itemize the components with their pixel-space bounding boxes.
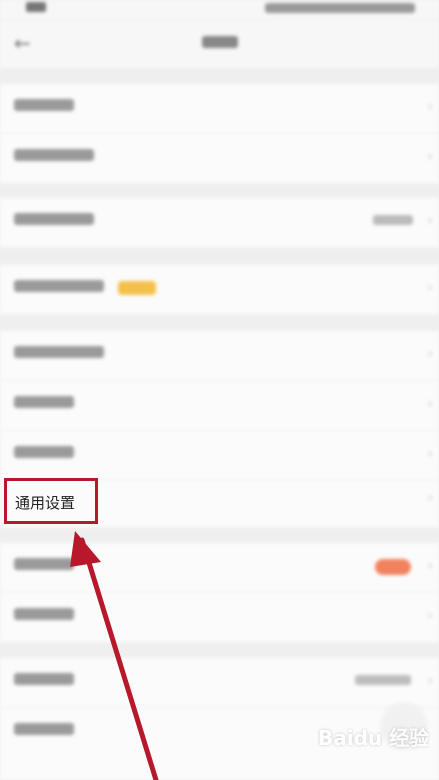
watermark-text: Baidu 经验 [318,726,430,750]
annotation-arrow-icon [70,531,159,780]
arrow-head [70,531,101,567]
